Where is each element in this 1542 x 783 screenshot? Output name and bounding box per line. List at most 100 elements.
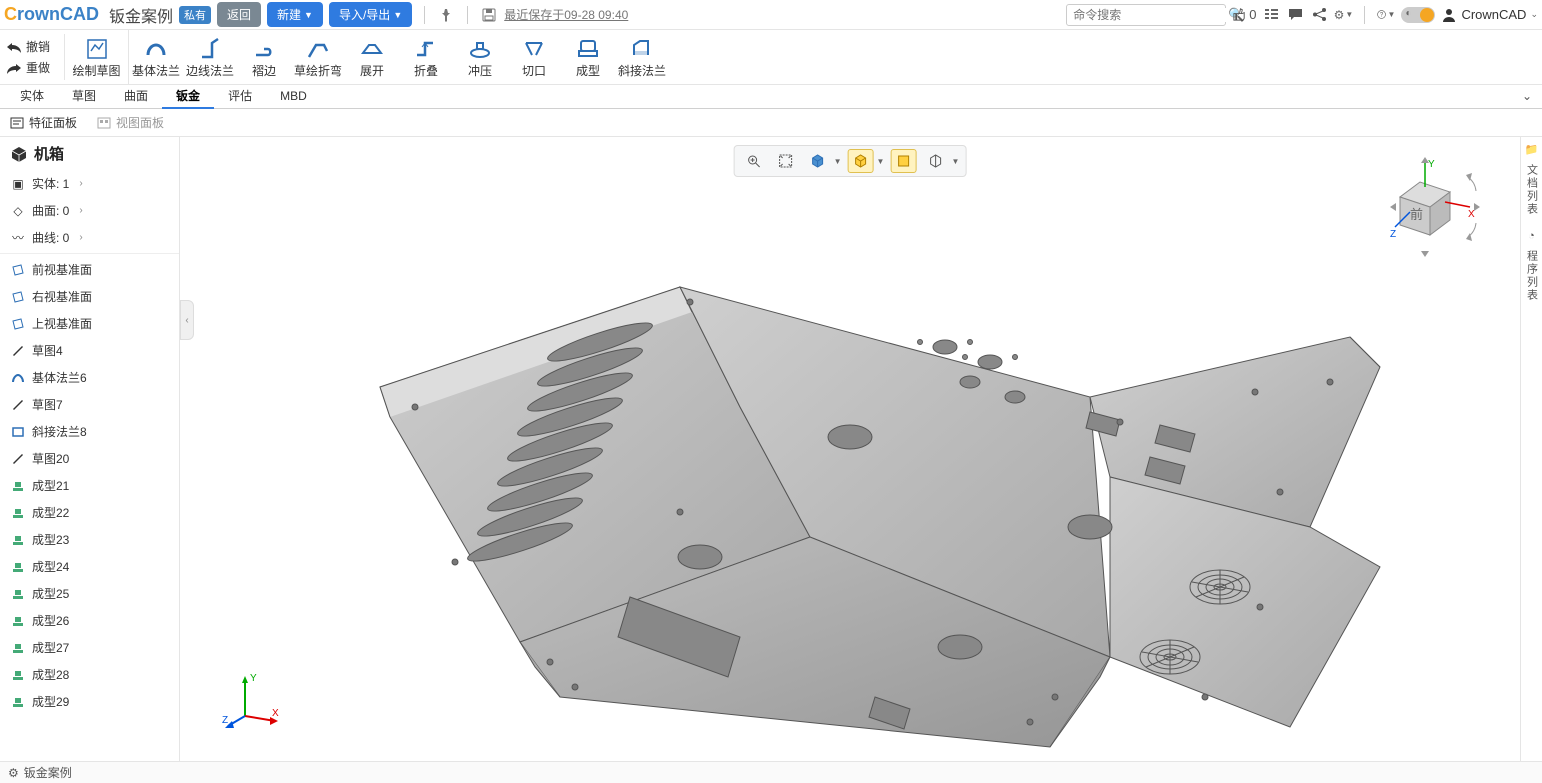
punch-icon xyxy=(467,36,493,62)
feature-sketch20[interactable]: 草图20 xyxy=(0,445,179,472)
logo-crown-letter: C xyxy=(4,4,17,24)
unfold-button[interactable]: 展开 xyxy=(345,30,399,84)
sketched-bend-button[interactable]: 草绘折弯 xyxy=(291,30,345,84)
feature-form26[interactable]: 成型26 xyxy=(0,607,179,634)
view-panel-tab[interactable]: 视图面板 xyxy=(87,109,174,137)
feature-panel-tab[interactable]: 特征面板 xyxy=(0,109,87,137)
right-plane[interactable]: 右视基准面 xyxy=(0,283,179,310)
cut-icon xyxy=(521,36,547,62)
tab-sketch[interactable]: 草图 xyxy=(58,85,110,109)
folder-icon[interactable]: 📁 xyxy=(1525,143,1539,156)
share-icon[interactable] xyxy=(1310,6,1328,24)
svg-text:X: X xyxy=(1468,209,1475,220)
plane-icon xyxy=(10,289,26,305)
fold-button[interactable]: 折叠 xyxy=(399,30,453,84)
tab-surface[interactable]: 曲面 xyxy=(110,85,162,109)
feature-form29[interactable]: 成型29 xyxy=(0,688,179,715)
top-plane[interactable]: 上视基准面 xyxy=(0,310,179,337)
forming-icon xyxy=(575,36,601,62)
program-list-panel[interactable]: 程序列表 xyxy=(1524,250,1540,302)
zoom-extent-button[interactable] xyxy=(773,149,799,173)
svg-text:前: 前 xyxy=(1410,207,1423,222)
hem-button[interactable]: 褶边 xyxy=(237,30,291,84)
sketch-button[interactable]: 绘制草图 xyxy=(65,30,129,84)
feature-baseflange6[interactable]: 基体法兰6 xyxy=(0,364,179,391)
feature-form25[interactable]: 成型25 xyxy=(0,580,179,607)
section-view-button[interactable] xyxy=(922,149,948,173)
right-sidebar: 📁 文档列表 ◔ 程序列表 xyxy=(1520,137,1542,761)
miter-flange-button[interactable]: 斜接法兰 xyxy=(615,30,669,84)
feature-sketch4[interactable]: 草图4 xyxy=(0,337,179,364)
feature-miterflange8[interactable]: 斜接法兰8 xyxy=(0,418,179,445)
help-icon[interactable]: ?▼ xyxy=(1377,6,1395,24)
like-counter[interactable]: 0 xyxy=(1232,7,1256,22)
base-flange-button[interactable]: 基体法兰 xyxy=(129,30,183,84)
svg-text:Y: Y xyxy=(250,673,257,684)
form-icon xyxy=(10,694,26,710)
search-input[interactable] xyxy=(1073,8,1228,22)
front-plane[interactable]: 前视基准面 xyxy=(0,256,179,283)
navigation-cube[interactable]: 前 Y X Z xyxy=(1390,157,1490,267)
form-icon xyxy=(10,667,26,683)
curve-count[interactable]: 〰曲线: 0› xyxy=(0,224,179,251)
undo-button[interactable]: 撤销 xyxy=(6,38,58,55)
pin-icon[interactable] xyxy=(437,6,455,24)
panel-tabbar: 特征面板 视图面板 xyxy=(0,109,1542,137)
undo-icon xyxy=(6,41,22,53)
clock-icon[interactable]: ◔ xyxy=(1528,230,1535,242)
flange-icon xyxy=(10,370,26,386)
plane-icon xyxy=(10,316,26,332)
forming-button[interactable]: 成型 xyxy=(561,30,615,84)
back-button[interactable]: 返回 xyxy=(217,2,261,27)
fold-icon xyxy=(413,36,439,62)
sidebar-collapse-handle[interactable]: ‹ xyxy=(180,300,194,340)
axis-indicator: Y X Z xyxy=(220,671,280,731)
save-icon[interactable] xyxy=(480,6,498,24)
cut-button[interactable]: 切口 xyxy=(507,30,561,84)
theme-toggle[interactable]: ◐ xyxy=(1401,7,1435,23)
solid-count[interactable]: ▣实体: 1› xyxy=(0,170,179,197)
perspective-button[interactable] xyxy=(890,149,916,173)
3d-viewport[interactable]: ▼ ▼ ▼ xyxy=(180,137,1520,761)
tab-solid[interactable]: 实体 xyxy=(6,85,58,109)
punch-button[interactable]: 冲压 xyxy=(453,30,507,84)
zoom-fit-button[interactable] xyxy=(741,149,767,173)
edge-flange-button[interactable]: 边线法兰 xyxy=(183,30,237,84)
feature-form28[interactable]: 成型28 xyxy=(0,661,179,688)
feature-form24[interactable]: 成型24 xyxy=(0,553,179,580)
new-button[interactable]: 新建▼ xyxy=(267,2,323,27)
last-saved-text[interactable]: 最近保存于09-28 09:40 xyxy=(504,6,628,23)
feature-form21[interactable]: 成型21 xyxy=(0,472,179,499)
display-style-button[interactable] xyxy=(848,149,874,173)
feature-form23[interactable]: 成型23 xyxy=(0,526,179,553)
tab-evaluate[interactable]: 评估 xyxy=(214,85,266,109)
gear-icon[interactable]: ⚙ xyxy=(8,766,19,780)
command-search-box[interactable]: 🔍 xyxy=(1066,4,1226,26)
svg-text:Z: Z xyxy=(222,715,228,726)
svg-text:X: X xyxy=(272,708,279,719)
collapse-ribbon-icon[interactable]: ⌄ xyxy=(1522,89,1532,103)
sketch-icon xyxy=(10,343,26,359)
part-title[interactable]: 机箱 xyxy=(0,137,179,170)
feature-form22[interactable]: 成型22 xyxy=(0,499,179,526)
tab-mbd[interactable]: MBD xyxy=(266,85,321,109)
redo-button[interactable]: 重做 xyxy=(6,59,58,76)
surface-count[interactable]: ◇曲面: 0› xyxy=(0,197,179,224)
feature-sketch7[interactable]: 草图7 xyxy=(0,391,179,418)
form-icon xyxy=(10,640,26,656)
user-menu[interactable]: CrownCAD ⌄ xyxy=(1441,7,1538,23)
feature-form27[interactable]: 成型27 xyxy=(0,634,179,661)
view-orientation-button[interactable] xyxy=(805,149,831,173)
divider xyxy=(1364,6,1365,24)
comment-icon[interactable] xyxy=(1286,6,1304,24)
import-export-button[interactable]: 导入/导出▼ xyxy=(329,2,412,27)
menu-list-icon[interactable] xyxy=(1262,6,1280,24)
edge-flange-icon xyxy=(197,36,223,62)
footer-doc-name[interactable]: 钣金案例 xyxy=(24,764,72,781)
app-logo[interactable]: CrownCAD xyxy=(4,4,99,25)
redo-icon xyxy=(6,62,22,74)
tab-sheetmetal[interactable]: 钣金 xyxy=(162,85,214,109)
document-list-panel[interactable]: 文档列表 xyxy=(1524,164,1540,216)
settings-gear-icon[interactable]: ⚙▼ xyxy=(1334,6,1352,24)
svg-text:Y: Y xyxy=(1428,159,1435,170)
